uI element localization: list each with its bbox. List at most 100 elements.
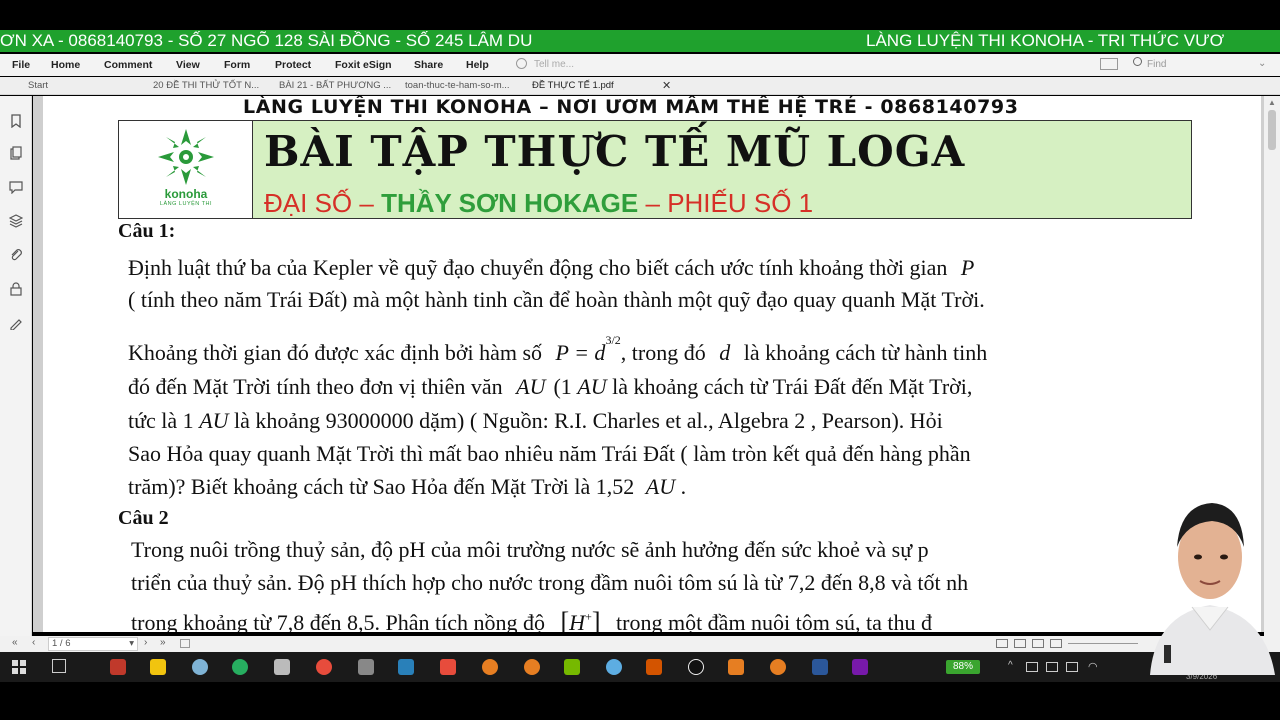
tray-icon[interactable] (1046, 662, 1058, 672)
tab-doc-3[interactable]: toan-thuc-te-ham-so-m... (405, 80, 510, 91)
q1-line-1-text: Định luật thứ ba của Kepler về quỹ đạo c… (128, 255, 948, 280)
previous-page-icon[interactable]: ‹ (32, 637, 35, 648)
app-icon-6[interactable] (316, 659, 332, 675)
continuous-facing-icon[interactable] (1050, 639, 1062, 648)
q1-line-4-text: đó đến Mặt Trời tính theo đơn vị thiên v… (128, 374, 503, 399)
tab-doc-1[interactable]: 20 ĐỀ THI THỬ TỐT N... (153, 80, 259, 91)
file-explorer-icon[interactable] (150, 659, 166, 675)
q1-line-3-where: , trong đó (620, 340, 706, 365)
q1-line-5: tức là 1 AU là khoảng 93000000 dặm) ( Ng… (128, 408, 943, 434)
menu-comment[interactable]: Comment (104, 59, 152, 71)
title-box: konoha LÀNG LUYỆN THI BÀI TẬP THỰC TẾ MŨ… (118, 120, 1192, 219)
layers-icon[interactable] (9, 214, 23, 228)
subtitle-dash: – (645, 188, 660, 218)
menu-form[interactable]: Form (224, 59, 250, 71)
q1-line-3: Khoảng thời gian đó được xác định bởi hà… (128, 333, 988, 366)
tray-icon[interactable] (1026, 662, 1038, 672)
subtitle-subject: ĐẠI SỐ (264, 188, 353, 218)
windows-taskbar: 88% ^ ◠ (0, 652, 1280, 682)
windows-start-icon[interactable] (12, 660, 26, 674)
comment-icon[interactable] (9, 180, 23, 194)
search-icon (1133, 57, 1142, 66)
document-header: LÀNG LUYỆN THI KONOHA – NƠI ƯƠM MẦM THẾ … (243, 96, 1019, 118)
app-icon-4[interactable] (232, 659, 248, 675)
question-1-label: Câu 1: (118, 220, 176, 242)
continuous-page-icon[interactable] (1014, 639, 1026, 648)
page-view-icon[interactable] (180, 639, 190, 648)
tell-me-input[interactable]: Tell me... (534, 59, 574, 70)
page-number-input[interactable]: 1 / 6 ▾ (48, 637, 138, 651)
app-icon-13[interactable] (606, 659, 622, 675)
banner-left-text: ƠN XA - 0868140793 - SỐ 27 NGÕ 128 SÀI Đ… (0, 31, 533, 50)
app-icon-1[interactable] (110, 659, 126, 675)
wifi-icon[interactable]: ◠ (1088, 660, 1098, 673)
document-title: BÀI TẬP THỰC TẾ MŨ LOGA (264, 127, 966, 176)
menu-protect[interactable]: Protect (275, 59, 311, 71)
var-p: P (960, 255, 975, 280)
unit-au: AU (577, 374, 607, 399)
app-icon-9[interactable] (440, 659, 456, 675)
q1-line-7-text: trăm)? Biết khoảng cách từ Sao Hỏa đến M… (128, 474, 635, 499)
single-page-icon[interactable] (996, 639, 1008, 648)
signature-icon[interactable] (9, 316, 23, 330)
menu-share[interactable]: Share (414, 59, 443, 71)
tab-start[interactable]: Start (28, 80, 48, 91)
app-icon-5[interactable] (274, 659, 290, 675)
bookmark-icon[interactable] (9, 114, 23, 128)
app-icon-3[interactable] (192, 659, 208, 675)
chrome-icon[interactable] (524, 659, 540, 675)
q1-line-3-end: là khoảng cách từ hành tinh (743, 340, 988, 365)
tray-chevron-icon[interactable]: ^ (1008, 660, 1013, 671)
tab-active-doc[interactable]: ĐỀ THỰC TẾ 1.pdf (532, 80, 614, 91)
menu-home[interactable]: Home (51, 59, 80, 71)
logo-name: konoha (164, 187, 208, 201)
word-icon[interactable] (812, 659, 828, 675)
q2-line-3-end: trong một đầm nuôi tôm sú, ta thu đ (616, 610, 932, 632)
attachment-icon[interactable] (9, 248, 23, 262)
pdf-page: LÀNG LUYỆN THI KONOHA – NƠI ƯƠM MẦM THẾ … (43, 96, 1261, 632)
search-options-icon[interactable] (1100, 58, 1118, 70)
zoom-slider[interactable] (1068, 643, 1138, 644)
status-bar: « ‹ 1 / 6 ▾ › » (0, 636, 1280, 652)
close-tab-icon[interactable]: ✕ (662, 79, 671, 92)
scroll-thumb[interactable] (1268, 110, 1276, 150)
page-number-text: 1 / 6 (52, 638, 71, 649)
first-page-icon[interactable]: « (12, 637, 18, 648)
tray-icon[interactable] (1066, 662, 1078, 672)
app-icon-14[interactable] (646, 659, 662, 675)
settings-chevron-icon[interactable]: ⌄ (1258, 58, 1266, 69)
nvidia-icon[interactable] (564, 659, 580, 675)
foxit-icon[interactable] (728, 659, 744, 675)
chrome-icon[interactable] (482, 659, 498, 675)
battery-indicator[interactable]: 88% (946, 660, 980, 674)
menu-foxit-esign[interactable]: Foxit eSign (335, 59, 392, 71)
chrome-icon[interactable] (770, 659, 786, 675)
q1-line-6: Sao Hỏa quay quanh Mặt Trời thì mất bao … (128, 441, 971, 466)
question-2-label: Câu 2 (118, 507, 169, 529)
menu-view[interactable]: View (176, 59, 200, 71)
app-icon-7[interactable] (358, 659, 374, 675)
task-view-icon[interactable] (52, 659, 66, 673)
document-subtitle: ĐẠI SỐ – THẦY SƠN HOKAGE – PHIẾU SỐ 1 (264, 188, 813, 219)
tab-doc-2[interactable]: BÀI 21 - BẤT PHƯƠNG ... (279, 80, 391, 91)
q2-line-3-text: trong khoảng từ 7,8 đến 8,5. Phân tích n… (131, 610, 545, 632)
next-page-icon[interactable]: › (144, 637, 147, 648)
menu-file[interactable]: File (12, 59, 30, 71)
lock-icon[interactable] (9, 282, 23, 296)
q2-line-3: trong khoảng từ 7,8 đến 8,5. Phân tích n… (131, 607, 932, 632)
scroll-up-icon[interactable]: ▲ (1268, 98, 1276, 107)
app-icon-8[interactable] (398, 659, 414, 675)
q1-line-3-text: Khoảng thời gian đó được xác định bởi hà… (128, 340, 543, 365)
unit-au: AU (199, 408, 229, 433)
facing-page-icon[interactable] (1032, 639, 1044, 648)
tiktok-icon[interactable] (688, 659, 704, 675)
menu-help[interactable]: Help (466, 59, 489, 71)
menu-bar: File Home Comment View Form Protect Foxi… (0, 54, 1280, 76)
q1-line-4-end: là khoảng cách từ Trái Đất đến Mặt Trời, (612, 374, 973, 399)
find-input[interactable]: Find (1147, 59, 1166, 70)
last-page-icon[interactable]: » (160, 637, 166, 648)
onenote-icon[interactable] (852, 659, 868, 675)
subtitle-dash: – (359, 188, 374, 218)
q2-line-1: Trong nuôi trồng thuỷ sản, độ pH của môi… (131, 537, 929, 562)
pages-icon[interactable] (9, 146, 23, 160)
